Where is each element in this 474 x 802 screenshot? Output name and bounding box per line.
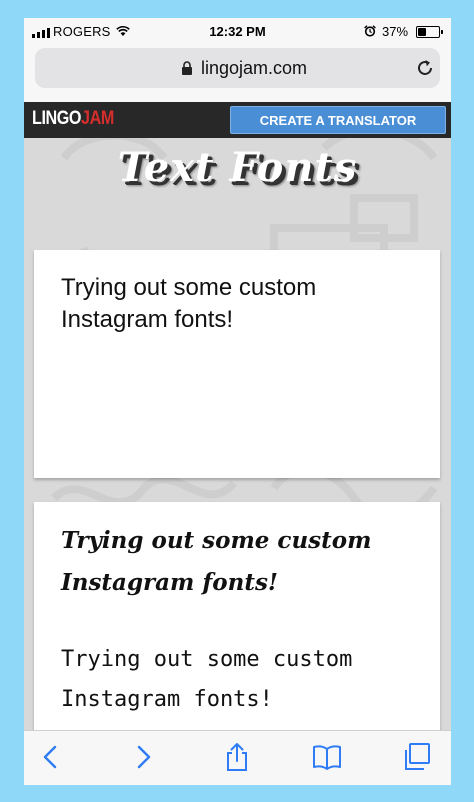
battery-percent: 37% [382, 24, 409, 39]
address-bar[interactable]: lingojam.com [35, 48, 440, 88]
phone-screen: ROGERS 12:32 PM 37% lingojam.com LINGOJA… [24, 18, 451, 785]
reload-icon[interactable] [415, 58, 435, 78]
input-textbox[interactable]: Trying out some custom Instagram fonts! [34, 250, 440, 478]
input-text[interactable]: Trying out some custom Instagram fonts! [61, 272, 421, 336]
lingojam-logo[interactable]: LINGOJAM [32, 108, 114, 130]
back-icon[interactable] [36, 742, 66, 772]
tabs-icon[interactable] [402, 742, 432, 772]
main-content: Text Fonts Trying out some custom Instag… [24, 138, 451, 730]
share-icon[interactable] [222, 742, 252, 772]
page-title: Text Fonts [117, 144, 358, 191]
create-translator-button[interactable]: CREATE A TRANSLATOR [230, 106, 446, 134]
output-textbox[interactable]: Trying out some custom Instagram fonts! … [34, 502, 440, 730]
logo-jam: JAM [81, 108, 114, 129]
forward-icon[interactable] [128, 742, 158, 772]
status-bar: ROGERS 12:32 PM 37% [24, 18, 451, 46]
battery-icon [416, 26, 443, 38]
site-header: LINGOJAM CREATE A TRANSLATOR [24, 102, 451, 138]
output-monospace: Trying out some custom Instagram fonts! [61, 647, 353, 712]
browser-toolbar [24, 730, 451, 785]
alarm-icon [364, 25, 376, 37]
lock-icon [182, 61, 192, 75]
browser-address-area: lingojam.com [24, 46, 451, 102]
battery-fill [418, 28, 427, 36]
url-text[interactable]: lingojam.com [201, 58, 307, 79]
output-bold-italic: Trying out some custom Instagram fonts! [61, 527, 372, 596]
logo-lingo: LINGO [32, 108, 82, 129]
bookmarks-icon[interactable] [312, 742, 342, 772]
